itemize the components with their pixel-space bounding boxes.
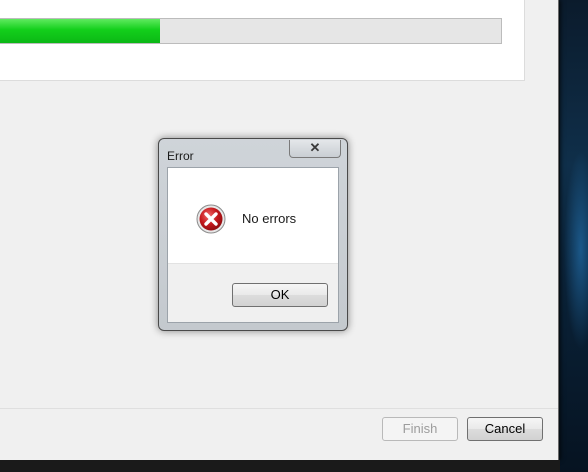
- progress-bar-fill: [0, 19, 161, 43]
- error-icon: [196, 204, 226, 234]
- finish-button[interactable]: Finish: [382, 417, 458, 441]
- dialog-body: No errors OK: [167, 167, 339, 323]
- cancel-button[interactable]: Cancel: [467, 417, 543, 441]
- window-bottom-edge: [0, 460, 560, 472]
- ok-button[interactable]: OK: [232, 283, 328, 307]
- error-message: No errors: [242, 211, 297, 226]
- installer-content-panel: [0, 0, 525, 81]
- desktop-wallpaper-light: [564, 150, 588, 350]
- close-icon[interactable]: ✕: [310, 140, 321, 155]
- progress-bar: [0, 18, 502, 44]
- close-button[interactable]: ✕: [289, 140, 341, 158]
- dialog-title: Error: [167, 149, 194, 163]
- error-dialog: Error ✕ No errors OK: [158, 138, 348, 331]
